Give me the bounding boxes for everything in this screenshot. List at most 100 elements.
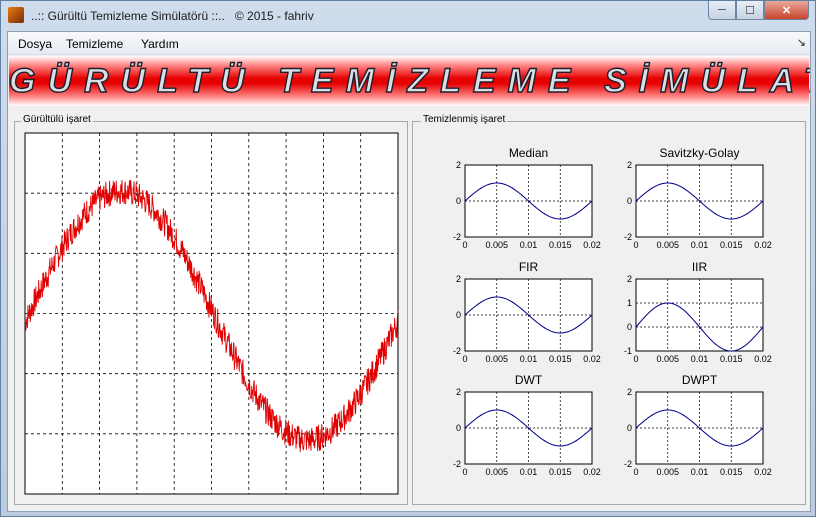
chart-xtick-label: 0.02	[583, 354, 601, 364]
chart-ytick-label: 0	[456, 196, 461, 206]
plots-canvas: Median0 0.005 0.01 0.015 0.02-202Savitzky-Go…	[24, 132, 772, 495]
chart-xtick-label: 0.005	[485, 354, 508, 364]
chart-savitzky-golay: Savitzky-Golay0 0.005 0.01 0.015 0.02-202	[624, 146, 772, 250]
chart-point	[746, 343, 748, 345]
chart-xtick-label: 0.005	[485, 467, 508, 477]
chart-xtick-label: 0.005	[656, 240, 679, 250]
chart-point	[464, 427, 466, 429]
chart-point	[635, 200, 637, 202]
chart-point	[730, 445, 732, 447]
chart-point	[543, 440, 545, 442]
chart-ytick-label: 2	[627, 160, 632, 170]
chart-median: Median0 0.005 0.01 0.015 0.02-202	[453, 146, 601, 250]
chart-xtick-label: 0.015	[720, 240, 743, 250]
chart-point	[762, 427, 764, 429]
chart-point	[480, 301, 482, 303]
chart-point	[591, 200, 593, 202]
chart-point	[714, 343, 716, 345]
chart-point	[480, 187, 482, 189]
chart-point	[667, 409, 669, 411]
client-area: Dosya Temizleme Yardım ↘ GÜRÜLTÜ TEMİZLE…	[7, 31, 811, 512]
chart-point	[496, 296, 498, 298]
chart-ytick-label: -2	[624, 459, 632, 469]
chart-ytick-label: 0	[456, 310, 461, 320]
chart-xtick-label: 0.01	[520, 354, 538, 364]
chart-point	[543, 327, 545, 329]
chart-ytick-label: 0	[456, 423, 461, 433]
chart-ytick-label: 2	[456, 160, 461, 170]
chart-point	[527, 427, 530, 429]
chart-point	[464, 314, 466, 316]
chart-point	[591, 427, 593, 429]
maximize-button[interactable]: ☐	[736, 1, 764, 20]
close-button[interactable]: ✕	[764, 1, 809, 20]
chart-xtick-label: 0.02	[754, 240, 772, 250]
chart-point	[575, 440, 577, 442]
chart-xtick-label: 0	[633, 467, 638, 477]
chart-point	[698, 200, 701, 202]
chart-ytick-label: 0	[627, 423, 632, 433]
chart-ytick-label: 1	[627, 298, 632, 308]
chart-title: FIR	[519, 260, 539, 274]
chart-point	[667, 182, 669, 184]
chart-xtick-label: 0	[462, 467, 467, 477]
chart-point	[496, 409, 498, 411]
chart-point	[730, 218, 732, 220]
chart-title: DWT	[515, 373, 543, 387]
chart-ytick-label: 2	[456, 387, 461, 397]
chart-ytick-label: -2	[453, 232, 461, 242]
chart-ytick-label: -2	[453, 346, 461, 356]
matlab-app-icon[interactable]	[8, 7, 24, 23]
chart-ytick-label: 0	[627, 322, 632, 332]
chart-point	[527, 200, 530, 202]
chart-title: Median	[509, 146, 548, 160]
chart-title: DWPT	[682, 373, 718, 387]
chart-xtick-label: 0.01	[691, 354, 709, 364]
chart-point	[762, 326, 764, 328]
chart-point	[651, 414, 653, 416]
chart-point	[480, 414, 482, 416]
chart-point	[575, 213, 577, 215]
minimize-button[interactable]: ─	[708, 1, 736, 20]
chart-point	[575, 327, 577, 329]
chart-xtick-label: 0.015	[720, 354, 743, 364]
chart-xtick-label: 0.005	[656, 354, 679, 364]
chart-point	[730, 350, 732, 352]
chart-point	[651, 187, 653, 189]
chart-point	[651, 309, 653, 311]
chart-xtick-label: 0.02	[754, 354, 772, 364]
chart-dwpt: DWPT0 0.005 0.01 0.015 0.02-202	[624, 373, 772, 477]
window-controls: ─ ☐ ✕	[708, 1, 809, 21]
chart-point	[667, 302, 669, 304]
window-title: ..:: Gürültü Temizleme Simülatörü ::.. ©…	[31, 9, 314, 23]
chart-xtick-label: 0.005	[656, 467, 679, 477]
chart-ytick-label: -1	[624, 346, 632, 356]
chart-point	[683, 414, 685, 416]
chart-ytick-label: -2	[453, 459, 461, 469]
chart-ytick-label: 2	[627, 274, 632, 284]
chart-point	[464, 200, 466, 202]
chart-xtick-label: 0.02	[754, 467, 772, 477]
chart-point	[698, 326, 701, 328]
chart-point	[512, 187, 514, 189]
chart-ytick-label: 2	[627, 387, 632, 397]
chart-point	[714, 213, 716, 215]
chart-point	[559, 445, 561, 447]
chart-iir: IIR0 0.005 0.01 0.015 0.02-1012	[624, 260, 772, 364]
chart-xtick-label: 0.015	[549, 467, 572, 477]
chart-point	[698, 427, 701, 429]
chart-ytick-label: 2	[456, 274, 461, 284]
chart-point	[635, 427, 637, 429]
chart-point	[635, 326, 637, 328]
title-bar[interactable]: ..:: Gürültü Temizleme Simülatörü ::.. ©…	[1, 1, 815, 31]
chart-ytick-label: 0	[627, 196, 632, 206]
chart-xtick-label: 0.02	[583, 240, 601, 250]
chart-point	[543, 213, 545, 215]
app-window: ..:: Gürültü Temizleme Simülatörü ::.. ©…	[0, 0, 816, 517]
chart-point	[559, 218, 561, 220]
chart-xtick-label: 0	[462, 240, 467, 250]
chart-point	[762, 200, 764, 202]
chart-xtick-label: 0.01	[691, 467, 709, 477]
chart-xtick-label: 0	[462, 354, 467, 364]
chart-xtick-label: 0.01	[520, 240, 538, 250]
